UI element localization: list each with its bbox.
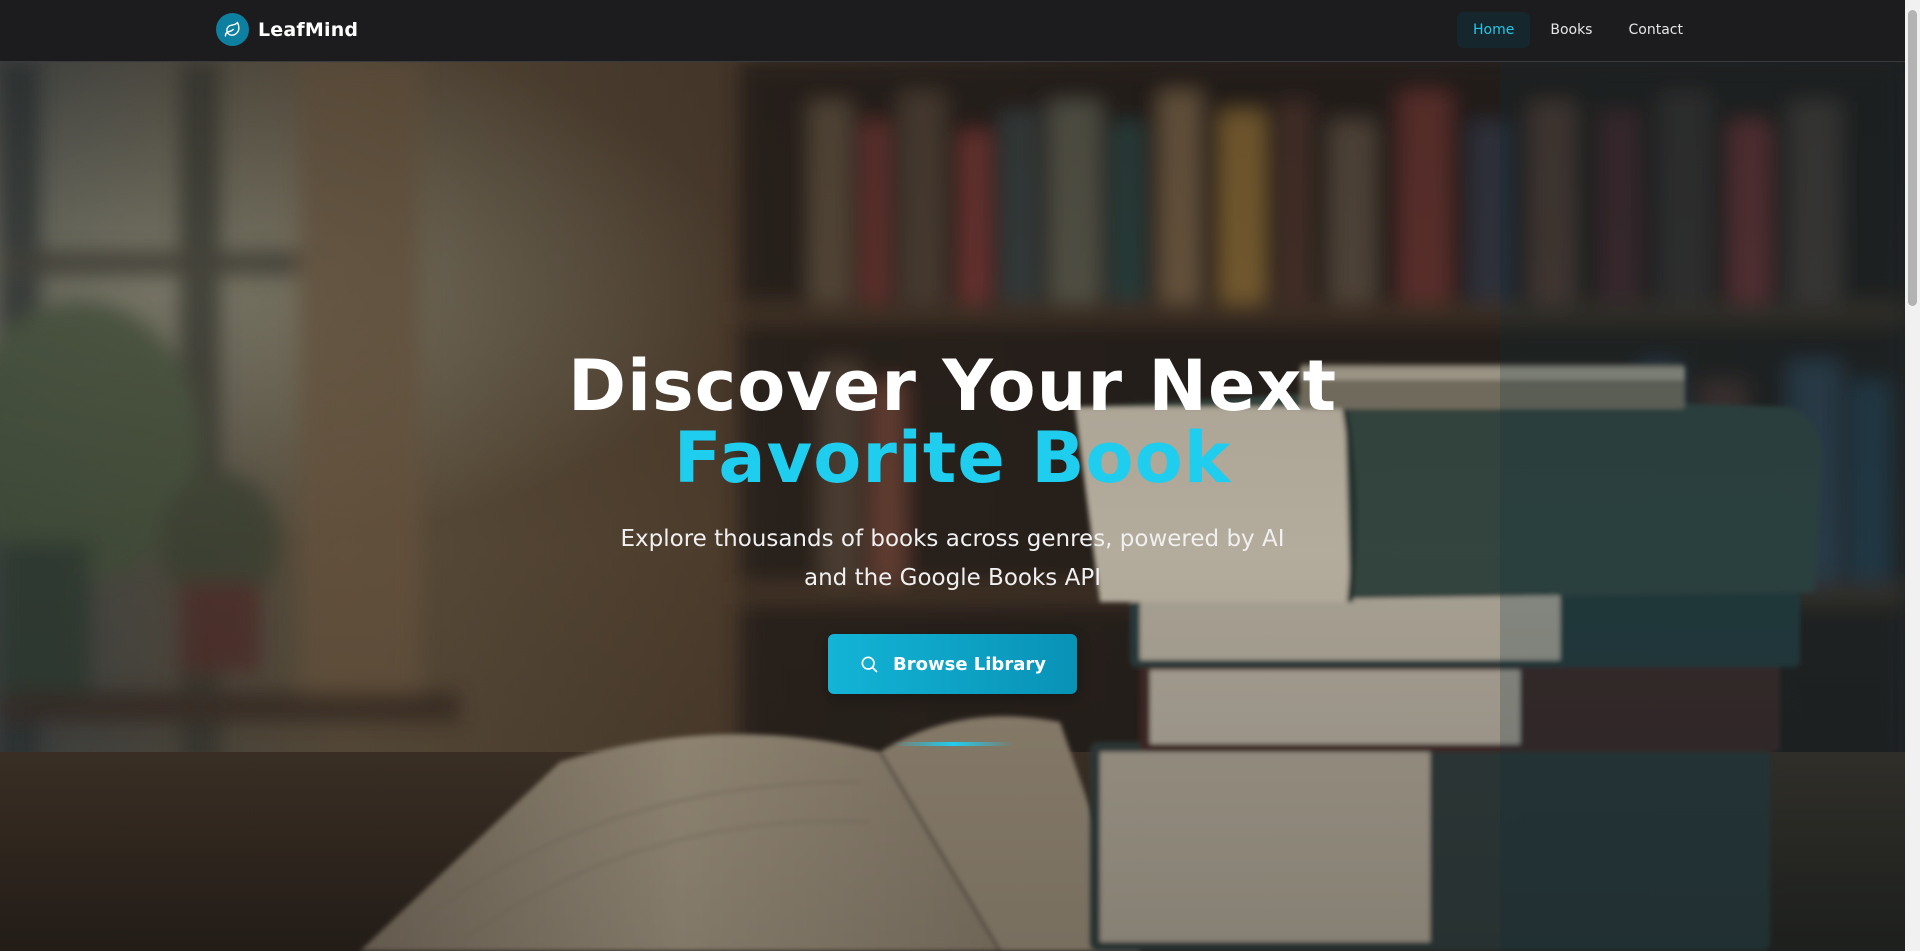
nav-item-books[interactable]: Books	[1534, 12, 1608, 48]
hero-title: Discover Your Next Favorite Book	[0, 350, 1905, 494]
browse-library-label: Browse Library	[893, 653, 1046, 675]
hero-section: Discover Your Next Favorite Book Explore…	[0, 62, 1905, 951]
page: LeafMind Home Books Contact Discover You…	[0, 0, 1920, 951]
leaf-icon	[216, 13, 249, 46]
hero-accent-line	[892, 742, 1013, 746]
hero-title-line-1: Discover Your Next	[567, 345, 1338, 427]
scrollbar-thumb[interactable]	[1908, 10, 1917, 306]
brand-link[interactable]: LeafMind	[216, 13, 358, 46]
page-scrollbar[interactable]	[1905, 0, 1920, 951]
top-navbar: LeafMind Home Books Contact	[0, 0, 1905, 62]
nav-item-home[interactable]: Home	[1457, 12, 1531, 48]
browse-library-button[interactable]: Browse Library	[828, 634, 1077, 694]
hero-title-highlight: Favorite Book	[673, 417, 1232, 499]
brand-name: LeafMind	[258, 18, 359, 41]
hero-subtitle: Explore thousands of books across genres…	[620, 526, 1285, 591]
nav-item-contact[interactable]: Contact	[1612, 12, 1698, 48]
main-nav: Home Books Contact	[1457, 12, 1699, 48]
hero-content: Discover Your Next Favorite Book Explore…	[0, 350, 1905, 746]
search-icon	[859, 654, 879, 674]
